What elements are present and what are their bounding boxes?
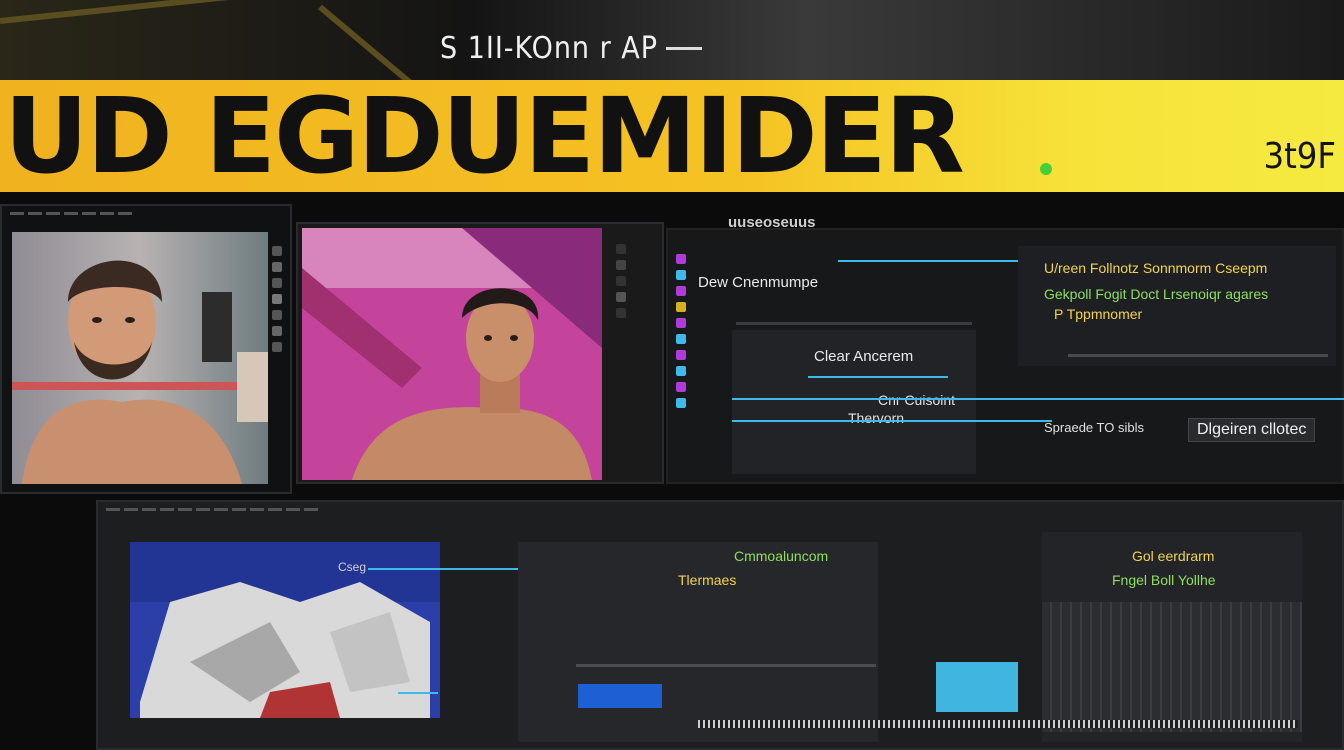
header-top-strip: S 1II-KOnn r AP [440, 26, 702, 70]
banner-code: 3t9F [1263, 136, 1336, 177]
viewer-panel-center[interactable] [296, 222, 664, 484]
inspector-line-2: Gekpoll Fogit Doct Lrsenoiqr agares [1044, 286, 1269, 302]
video-frame-bearded-man[interactable] [12, 232, 268, 484]
connection-line[interactable] [732, 420, 1052, 422]
panel-toolbar [98, 502, 1342, 517]
clip-label: Cseg [338, 560, 367, 574]
clip-block[interactable] [578, 684, 662, 708]
node-label-clear: Clear Ancerem [814, 348, 914, 365]
center-label-2: Tlermaes [678, 572, 737, 588]
viewer-panel-left[interactable] [0, 204, 292, 494]
node-label-main: Dew Cnenmumpe [698, 274, 819, 291]
header-top-text: S 1II-KOnn r AP [440, 30, 658, 66]
panel-toolbar [2, 206, 290, 221]
right-label-1: Gol eerdrarm [1132, 548, 1215, 564]
connection-line[interactable] [838, 260, 1038, 262]
node-label-a: Cnr Cuisoint [878, 392, 956, 408]
waveform-grid [1042, 602, 1302, 732]
ruler-bar [698, 720, 1298, 728]
man-pink-background-image [302, 228, 602, 480]
center-label-1: Cmmoaluncom [734, 548, 829, 564]
preview-thumb[interactable] [936, 662, 1018, 712]
status-dot-icon [1040, 163, 1052, 175]
meter-row [1068, 354, 1328, 357]
connection-line[interactable] [808, 376, 948, 378]
viewer-side-tools [616, 244, 628, 318]
panel-title: uuseoseuus [728, 214, 816, 231]
track-row [576, 664, 876, 667]
action-button[interactable]: Dlgeiren cllotec [1188, 418, 1316, 442]
node-editor-panel[interactable]: uuseoseuus Dew Cnenmumpe Clear Ancerem C… [666, 214, 1344, 484]
bearded-man-image [12, 232, 268, 484]
node-label-b: Thervorn [848, 410, 905, 426]
inspector-line-1: U/reen Follnotz Sonnmorm Cseepm [1044, 260, 1268, 276]
connection-line[interactable] [732, 398, 1344, 400]
header-divider [666, 46, 702, 50]
connection-line[interactable] [398, 692, 438, 694]
video-frame-man-pink[interactable] [302, 228, 602, 480]
track-row [736, 322, 972, 325]
banner-title: UD EGDUEMIDER [4, 82, 965, 190]
tool-palette [676, 254, 688, 408]
right-label-2: Fngel Boll Yollhe [1112, 572, 1216, 588]
viewer-side-tools [272, 246, 284, 352]
timeline-panel[interactable]: Cseg Cmmoaluncom Tlermaes Gol eerdrarm F… [96, 500, 1344, 750]
inspector-line-3: P Tppmnomer [1054, 306, 1143, 322]
inspector-line-4: Spraede TO sibls [1044, 420, 1144, 435]
